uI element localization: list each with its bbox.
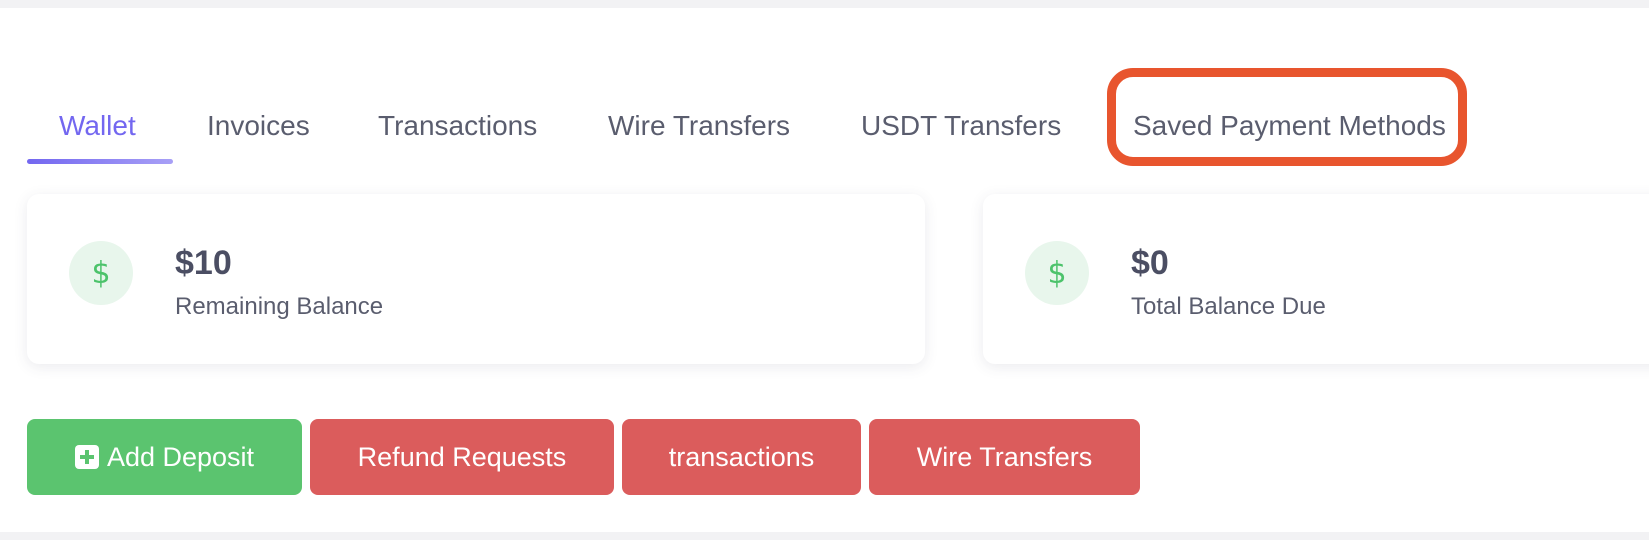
remaining-balance-amount: $10 (175, 244, 232, 282)
refund-requests-button[interactable]: Refund Requests (310, 419, 614, 495)
dollar-icon: $ (1025, 241, 1089, 305)
tab-bar: Wallet Invoices Transactions Wire Transf… (0, 8, 1649, 178)
wallet-panel: Wallet Invoices Transactions Wire Transf… (0, 8, 1649, 532)
dollar-icon: $ (69, 241, 133, 305)
total-balance-due-amount: $0 (1131, 244, 1169, 282)
remaining-balance-label: Remaining Balance (175, 293, 384, 320)
total-balance-due-label: Total Balance Due (1131, 293, 1326, 320)
tab-usdt-transfers[interactable]: USDT Transfers (861, 112, 1061, 140)
tab-wallet[interactable]: Wallet (59, 112, 136, 140)
tab-invoices[interactable]: Invoices (207, 112, 310, 140)
wire-transfers-button[interactable]: Wire Transfers (869, 419, 1140, 495)
plus-square-icon (74, 445, 99, 469)
tab-transactions[interactable]: Transactions (378, 112, 537, 140)
add-deposit-label: Add Deposit (106, 441, 255, 472)
total-balance-due-card: $ $0 Total Balance Due (983, 194, 1649, 364)
highlight-annotation (1107, 68, 1467, 166)
active-tab-indicator (27, 159, 173, 164)
transactions-button[interactable]: transactions (622, 419, 861, 495)
remaining-balance-card: $ $10 Remaining Balance (27, 194, 925, 364)
tab-wire-transfers[interactable]: Wire Transfers (608, 112, 790, 140)
add-deposit-button[interactable]: Add Deposit (27, 419, 302, 495)
